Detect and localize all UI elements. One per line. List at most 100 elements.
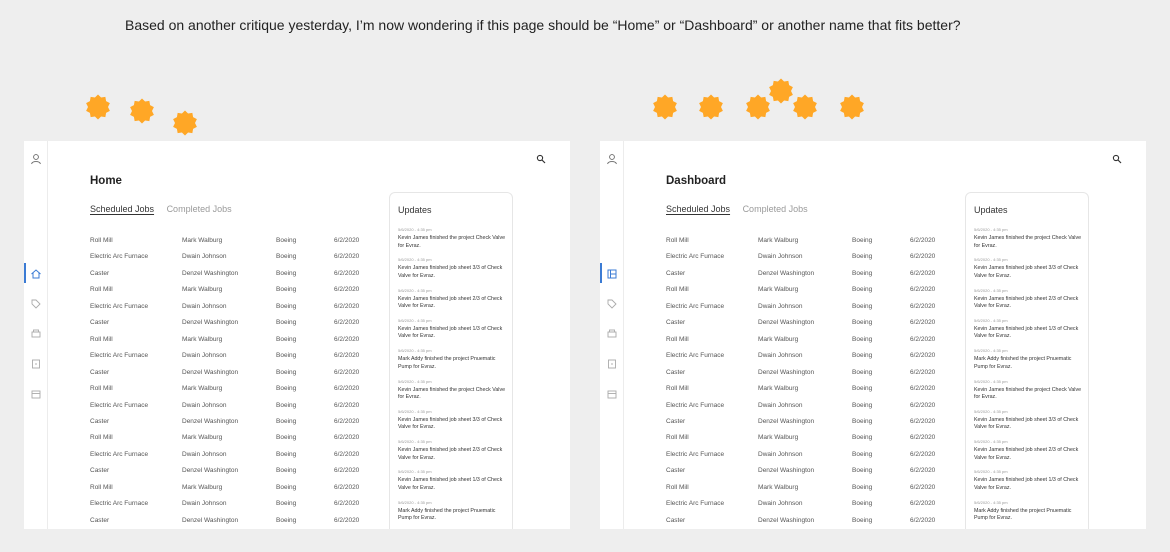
table-row[interactable]: Electric Arc Furnace Dwain Johnson Boeing 6…	[90, 497, 390, 511]
table-row[interactable]: Caster Denzel Washington Boeing 6/2/2020	[666, 267, 966, 281]
search-icon[interactable]	[536, 154, 546, 164]
table-row[interactable]: Electric Arc Furnace Dwain Johnson Boeing 6…	[90, 448, 390, 462]
table-row[interactable]: Caster Denzel Washington Boeing 6/2/2020	[90, 464, 390, 478]
home-icon[interactable]	[30, 268, 42, 280]
critique-caption: Based on another critique yesterday, I’m…	[125, 17, 961, 33]
building-icon[interactable]	[30, 358, 42, 370]
customer-cell: Boeing	[276, 467, 297, 475]
table-row[interactable]: Roll Mill Mark Walburg Boeing 6/2/2020	[666, 431, 966, 445]
table-row[interactable]: Electric Arc Furnace Dwain Johnson Boeing 6…	[666, 300, 966, 314]
equipment-cell: Caster	[666, 368, 686, 376]
customer-cell: Boeing	[276, 401, 297, 409]
operator-cell: Dwain Johnson	[758, 352, 803, 360]
equipment-cell: Electric Arc Furnace	[90, 302, 149, 310]
tab-completed-jobs[interactable]: Completed Jobs	[743, 204, 808, 214]
reaction-icon	[768, 78, 794, 104]
table-row[interactable]: Roll Mill Mark Walburg Boeing 6/2/2020	[666, 481, 966, 495]
date-cell: 6/2/2020	[334, 319, 360, 327]
table-row[interactable]: Caster Denzel Washington Boeing 6/2/2020	[90, 366, 390, 380]
table-row[interactable]: Roll Mill Mark Walburg Boeing 6/2/2020	[666, 333, 966, 347]
table-row[interactable]: Electric Arc Furnace Dwain Johnson Boeing 6…	[666, 399, 966, 413]
table-row[interactable]: Caster Denzel Washington Boeing 6/2/2020	[90, 267, 390, 281]
table-row[interactable]: Roll Mill Mark Walburg Boeing 6/2/2020	[90, 234, 390, 248]
operator-cell: Dwain Johnson	[182, 302, 227, 310]
search-icon[interactable]	[1112, 154, 1122, 164]
tag-icon[interactable]	[606, 298, 618, 310]
table-row[interactable]: Electric Arc Furnace Dwain Johnson Boeing 6…	[666, 349, 966, 363]
sidebar	[24, 141, 48, 529]
table-row[interactable]: Caster Denzel Washington Boeing 6/2/2020	[666, 514, 966, 528]
update-text: Kevin James finished job sheet 2/3 of Ch…	[398, 295, 503, 310]
table-row[interactable]: Electric Arc Furnace Dwain Johnson Boeing 6…	[666, 250, 966, 264]
table-row[interactable]: Electric Arc Furnace Dwain Johnson Boeing 6…	[90, 250, 390, 264]
date-cell: 6/2/2020	[910, 467, 936, 475]
equipment-cell: Electric Arc Furnace	[666, 401, 725, 409]
table-row[interactable]: Roll Mill Mark Walburg Boeing 6/2/2020	[90, 431, 390, 445]
date-cell: 6/2/2020	[910, 237, 936, 244]
date-cell: 6/2/2020	[334, 483, 360, 491]
operator-cell: Mark Walburg	[182, 237, 223, 244]
operator-cell: Denzel Washington	[182, 417, 239, 425]
equipment-cell: Roll Mill	[666, 335, 689, 343]
job-tabs: Scheduled Jobs Completed Jobs	[90, 204, 242, 214]
user-icon[interactable]	[606, 153, 618, 165]
update-item: 5/6/2020 - 4:35 pm Kevin James finished j…	[974, 318, 1086, 341]
date-cell: 6/2/2020	[334, 269, 360, 277]
tag-icon[interactable]	[30, 298, 42, 310]
table-row[interactable]: Caster Denzel Washington Boeing 6/2/2020	[90, 316, 390, 330]
table-row[interactable]: Caster Denzel Washington Boeing 6/2/2020	[666, 415, 966, 429]
table-row[interactable]: Roll Mill Mark Walburg Boeing 6/2/2020	[90, 382, 390, 396]
table-row[interactable]: Electric Arc Furnace Dwain Johnson Boeing 6…	[90, 300, 390, 314]
equipment-cell: Roll Mill	[90, 335, 113, 343]
building-icon[interactable]	[606, 358, 618, 370]
date-cell: 6/2/2020	[910, 352, 936, 360]
date-cell: 6/2/2020	[910, 269, 936, 277]
equipment-cell: Caster	[90, 368, 110, 376]
date-cell: 6/2/2020	[910, 368, 936, 376]
customer-cell: Boeing	[276, 319, 297, 327]
printer-icon[interactable]	[30, 328, 42, 340]
table-row[interactable]: Electric Arc Furnace Dwain Johnson Boeing 6…	[666, 497, 966, 511]
table-row[interactable]: Caster Denzel Washington Boeing 6/2/2020	[666, 366, 966, 380]
printer-icon[interactable]	[606, 328, 618, 340]
user-icon[interactable]	[30, 153, 42, 165]
equipment-cell: Roll Mill	[90, 286, 113, 294]
table-row[interactable]: Roll Mill Mark Walburg Boeing 6/2/2020	[666, 234, 966, 248]
updates-panel: Updates 5/6/2020 - 4:35 pm Kevin James fi…	[389, 192, 513, 529]
reaction-icon	[129, 98, 155, 124]
update-text: Kevin James finished job sheet 2/3 of Ch…	[398, 447, 503, 461]
equipment-cell: Electric Arc Furnace	[666, 500, 725, 508]
table-row[interactable]: Electric Arc Furnace Dwain Johnson Boeing 6…	[90, 349, 390, 363]
operator-cell: Denzel Washington	[182, 467, 239, 475]
date-cell: 6/2/2020	[334, 516, 360, 524]
equipment-cell: Electric Arc Furnace	[666, 450, 725, 458]
equipment-cell: Electric Arc Furnace	[90, 500, 149, 508]
equipment-cell: Electric Arc Furnace	[666, 352, 725, 360]
customer-cell: Boeing	[852, 417, 873, 425]
table-row[interactable]: Caster Denzel Washington Boeing 6/2/2020	[90, 514, 390, 528]
table-row[interactable]: Electric Arc Furnace Dwain Johnson Boeing 6…	[666, 448, 966, 462]
table-row[interactable]: Roll Mill Mark Walburg Boeing 6/2/2020	[90, 333, 390, 347]
table-row[interactable]: Caster Denzel Washington Boeing 6/2/2020	[90, 415, 390, 429]
operator-cell: Dwain Johnson	[758, 401, 803, 409]
tab-completed-jobs[interactable]: Completed Jobs	[167, 204, 232, 214]
table-row[interactable]: Roll Mill Mark Walburg Boeing 6/2/2020	[90, 481, 390, 495]
update-timestamp: 5/6/2020 - 4:35 pm	[974, 439, 1008, 445]
table-row[interactable]: Electric Arc Furnace Dwain Johnson Boeing 6…	[90, 399, 390, 413]
tab-scheduled-jobs[interactable]: Scheduled Jobs	[666, 204, 730, 214]
table-row[interactable]: Roll Mill Mark Walburg Boeing 6/2/2020	[666, 382, 966, 396]
update-timestamp: 5/6/2020 - 4:35 pm	[974, 317, 1008, 323]
table-row[interactable]: Roll Mill Mark Walburg Boeing 6/2/2020	[666, 283, 966, 297]
update-text: Kevin James finished the project Check V…	[398, 235, 506, 249]
calendar-icon[interactable]	[606, 388, 618, 400]
table-row[interactable]: Caster Denzel Washington Boeing 6/2/2020	[666, 464, 966, 478]
operator-cell: Dwain Johnson	[182, 401, 227, 409]
table-row[interactable]: Caster Denzel Washington Boeing 6/2/2020	[666, 316, 966, 330]
update-text: Mark Addy finished the project Pnuematic…	[974, 507, 1072, 522]
calendar-icon[interactable]	[30, 388, 42, 400]
date-cell: 6/2/2020	[910, 500, 936, 508]
dashboard-icon[interactable]	[606, 268, 618, 280]
tab-scheduled-jobs[interactable]: Scheduled Jobs	[90, 204, 154, 214]
active-nav-indicator	[600, 263, 602, 283]
table-row[interactable]: Roll Mill Mark Walburg Boeing 6/2/2020	[90, 283, 390, 297]
